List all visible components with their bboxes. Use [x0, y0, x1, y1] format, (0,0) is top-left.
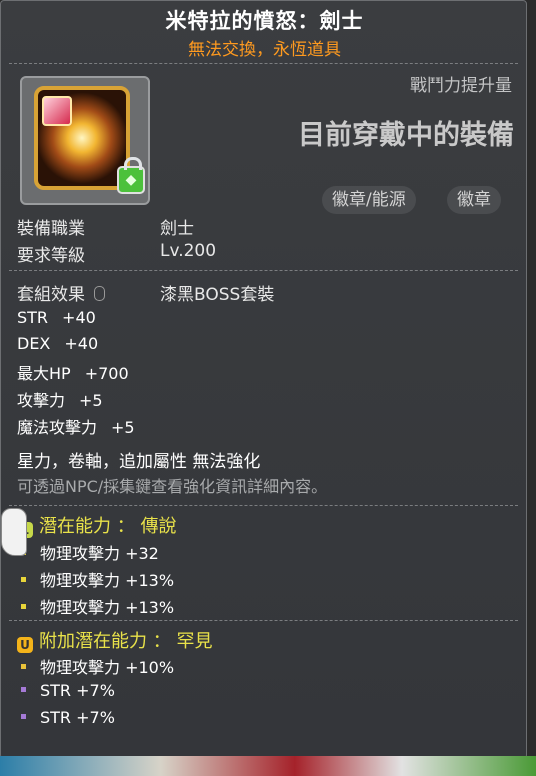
set-effect-label[interactable]: 套組效果: [17, 280, 106, 305]
item-tooltip: 米特拉的憤怒：劍士 無法交換，永恆道具 ◆ 戰鬥力提升量 目前穿戴中的裝備 徽章…: [0, 0, 527, 759]
item-title: 米特拉的憤怒：劍士: [165, 9, 364, 33]
bullet-icon: [21, 604, 26, 609]
additional-line: STR +7%: [21, 681, 115, 700]
stat-max-hp: 最大HP +700: [17, 364, 129, 383]
tag-emblem: 徽章: [447, 186, 501, 214]
bullet-icon: [21, 664, 26, 669]
potential-line: 物理攻擊力 +32: [21, 540, 159, 564]
power-value: 目前穿戴中的裝備: [298, 120, 514, 151]
level-label: 要求等級: [17, 246, 85, 266]
potential-line: 物理攻擊力 +13%: [21, 567, 174, 591]
job-value: 劍士: [160, 219, 194, 239]
stat-magic-attack: 魔法攻擊力 +5: [17, 418, 135, 437]
mouse-icon: [94, 286, 106, 301]
stat-attack: 攻擊力 +5: [17, 391, 103, 410]
lock-icon: ◆: [117, 157, 145, 194]
game-scene-background: [0, 756, 536, 776]
bullet-icon: [21, 714, 26, 719]
stat-dex: DEX +40: [17, 334, 99, 353]
additional-line: 物理攻擊力 +10%: [21, 654, 174, 678]
gem-icon: [42, 96, 72, 126]
hand-cursor-icon: [1, 508, 27, 556]
divider: [9, 620, 518, 621]
emblem-icon: [34, 86, 130, 190]
bullet-icon: [21, 687, 26, 692]
divider: [9, 270, 518, 271]
divider: [9, 63, 518, 64]
restrictions-text: 星力，卷軸，追加屬性 無法強化: [17, 452, 261, 472]
stat-str: STR +40: [17, 308, 96, 327]
potential-header: L潛在能力 ： 傳說: [17, 512, 176, 538]
set-effect-text: 套組效果: [17, 285, 85, 305]
unique-badge-icon: U: [17, 637, 33, 653]
additional-potential-header: U 附加潛在能力 ： 罕見: [17, 627, 212, 653]
potential-line: 物理攻擊力 +13%: [21, 594, 174, 618]
set-effect-value: 漆黑BOSS套裝: [160, 285, 275, 305]
job-label: 裝備職業: [17, 219, 85, 239]
background-strip: [527, 0, 536, 776]
hint-text: 可透過NPC/採集鍵查看強化資訊詳細內容。: [17, 477, 328, 496]
divider: [9, 505, 518, 506]
item-subtitle: 無法交換，永恆道具: [188, 40, 341, 60]
power-label: 戰鬥力提升量: [410, 76, 512, 96]
additional-line: STR +7%: [21, 708, 115, 727]
bullet-icon: [21, 577, 26, 582]
tag-emblem-energy: 徽章/能源: [322, 186, 416, 214]
item-icon-box: ◆: [20, 76, 150, 205]
level-value: Lv.200: [160, 241, 217, 261]
